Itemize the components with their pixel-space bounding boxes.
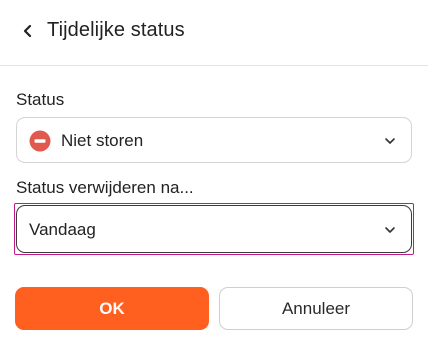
remove-after-select[interactable]: Vandaag	[16, 205, 412, 253]
do-not-disturb-icon	[29, 130, 51, 152]
status-value: Niet storen	[61, 131, 144, 150]
status-label: Status	[16, 90, 65, 109]
page-title: Tijdelijke status	[47, 19, 185, 41]
back-button[interactable]	[14, 17, 42, 45]
chevron-down-icon	[385, 138, 395, 144]
status-select[interactable]: Niet storen	[16, 117, 412, 163]
cancel-button[interactable]: Annuleer	[219, 287, 413, 330]
remove-after-label: Status verwijderen na...	[16, 178, 194, 197]
ok-button[interactable]: OK	[15, 287, 209, 330]
chevron-down-icon	[385, 227, 395, 233]
chevron-left-icon	[23, 24, 32, 38]
header-bar: Tijdelijke status	[0, 0, 428, 66]
remove-after-value: Vandaag	[29, 220, 96, 239]
